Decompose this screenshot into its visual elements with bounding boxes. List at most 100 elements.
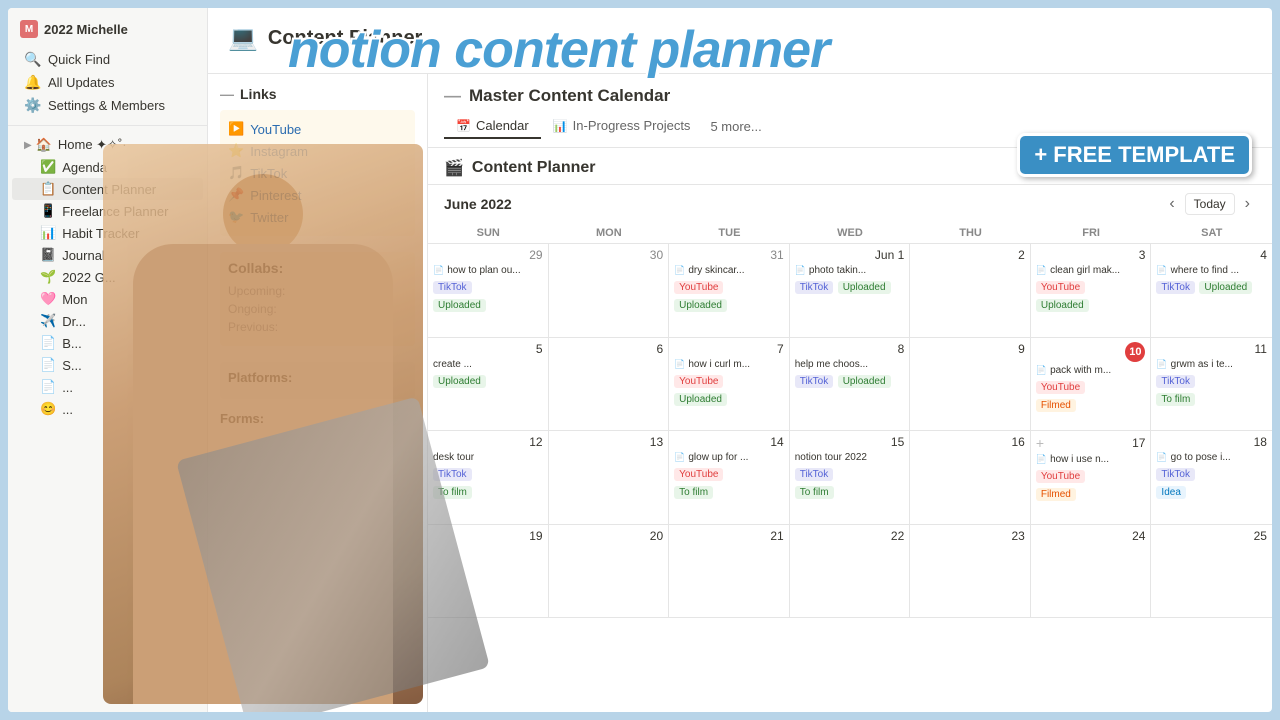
cell-22[interactable]: 22 <box>790 525 911 618</box>
sidebar-item-journal[interactable]: 📓 Journal <box>12 244 203 266</box>
cell-jun1[interactable]: Jun 1 📄photo takin... TikTok Uploaded <box>790 244 911 337</box>
cell-16[interactable]: 16 <box>910 431 1031 524</box>
link-twitter[interactable]: 🐦 Twitter <box>228 206 407 228</box>
cell-18[interactable]: 18 📄go to pose i... TikTok Idea <box>1151 431 1272 524</box>
tag-tiktok-1: TikTok <box>433 281 472 294</box>
bell-icon: 🔔 <box>24 74 42 91</box>
link-tiktok[interactable]: 🎵 TikTok <box>228 162 407 184</box>
tag-youtube-5: YouTube <box>674 468 723 481</box>
sidebar-item-freelance[interactable]: 📱 Freelance Planner <box>12 200 203 222</box>
sidebar-item-settings[interactable]: ⚙️ Settings & Members <box>12 94 203 117</box>
sidebar-item-agenda[interactable]: ✅ Agenda <box>12 156 203 178</box>
date-4: 4 <box>1156 248 1267 262</box>
cell-13[interactable]: 13 <box>549 431 670 524</box>
page-header: 💻 Content Planner <box>208 8 1272 74</box>
cell-17[interactable]: + 17 📄how i use n... YouTube Filmed <box>1031 431 1152 524</box>
cell-11[interactable]: 11 📄grwm as i te... TikTok To film <box>1151 338 1272 431</box>
cell-29[interactable]: 29 📄how to plan ou... TikTok Uploaded <box>428 244 549 337</box>
cell-7[interactable]: 7 📄how i curl m... YouTube Uploaded <box>669 338 790 431</box>
cell-4[interactable]: 4 📄where to find ... TikTok Uploaded <box>1151 244 1272 337</box>
day-tue: Tue <box>669 223 790 243</box>
links-title: Links <box>240 86 277 102</box>
cell-25[interactable]: 25 <box>1151 525 1272 618</box>
date-19: 19 <box>433 529 543 543</box>
sidebar-item-quickfind[interactable]: 🔍 Quick Find <box>12 48 203 71</box>
sidebar-item-mon[interactable]: 🩷 Mon <box>12 288 203 310</box>
cell-2[interactable]: 2 <box>910 244 1031 337</box>
cell-19[interactable]: 19 <box>428 525 549 618</box>
expand-arrow: ▶ <box>24 140 32 151</box>
cell-23[interactable]: 23 <box>910 525 1031 618</box>
sidebar-item-2022g[interactable]: 🌱 2022 G... <box>12 266 203 288</box>
date-16: 16 <box>915 435 1025 449</box>
tab-in-progress[interactable]: 📊 In-Progress Projects <box>541 114 703 139</box>
tab-calendar[interactable]: 📅 Calendar <box>444 114 541 139</box>
event-title-desk-tour: desk tour <box>433 452 543 463</box>
date-17: + 17 <box>1036 435 1146 451</box>
calendar-days-header: Sun Mon Tue Wed Thu Fri Sat <box>428 223 1272 244</box>
cell-30[interactable]: 30 <box>549 244 670 337</box>
cell-15[interactable]: 15 notion tour 2022 TikTok To film <box>790 431 911 524</box>
left-panel: — Links ▶️ YouTube ⭐ Instagram <box>208 74 428 712</box>
sidebar-item-home[interactable]: ▶ 🏠 Home ✦✧˚· <box>12 134 203 156</box>
date-20: 20 <box>554 529 664 543</box>
cell-5[interactable]: 5 create ... Uploaded <box>428 338 549 431</box>
planner-title-text: Content Planner <box>472 159 596 177</box>
date-21: 21 <box>674 529 784 543</box>
platforms-block: Platforms: <box>220 362 415 399</box>
cell-31[interactable]: 31 📄dry skincar... YouTube Uploaded <box>669 244 790 337</box>
s-label: S... <box>62 358 82 373</box>
cell-14[interactable]: 14 📄glow up for ... YouTube To film <box>669 431 790 524</box>
sidebar-item-b[interactable]: 📄 B... <box>12 332 203 354</box>
sidebar-user[interactable]: M 2022 Michelle <box>8 16 207 42</box>
cell-20[interactable]: 20 <box>549 525 670 618</box>
event-title-how-i-use: 📄how i use n... <box>1036 454 1146 465</box>
add-event-btn-17[interactable]: + <box>1036 435 1044 451</box>
sidebar-item-dr[interactable]: ✈️ Dr... <box>12 310 203 332</box>
links-block: ▶️ YouTube ⭐ Instagram 🎵 TikTok 📌 <box>220 110 415 236</box>
sidebar-item-updates[interactable]: 🔔 All Updates <box>12 71 203 94</box>
sidebar-item-misc1[interactable]: 📄 ... <box>12 376 203 398</box>
date-3: 3 <box>1036 248 1146 262</box>
freelance-label: Freelance Planner <box>62 204 168 219</box>
event-title-create: create ... <box>433 359 543 370</box>
youtube-icon: ▶️ <box>228 121 244 137</box>
cell-3[interactable]: 3 📄clean girl mak... YouTube Uploaded <box>1031 244 1152 337</box>
date-12: 12 <box>433 435 543 449</box>
calendar-tab-label: Calendar <box>476 118 529 133</box>
calendar-area: — Master Content Calendar 📅 Calendar 📊 <box>428 74 1272 712</box>
content-body: — Links ▶️ YouTube ⭐ Instagram <box>208 74 1272 712</box>
calendar-week-2: 5 create ... Uploaded 6 7 📄how i curl m.… <box>428 338 1272 432</box>
cell-6[interactable]: 6 <box>549 338 670 431</box>
event-title-how-to-plan: 📄how to plan ou... <box>433 265 543 276</box>
tag-uploaded-6: Uploaded <box>433 375 486 388</box>
link-instagram[interactable]: ⭐ Instagram <box>228 140 407 162</box>
event-title-clean-girl: 📄clean girl mak... <box>1036 265 1146 276</box>
cell-21[interactable]: 21 <box>669 525 790 618</box>
date-5: 5 <box>433 342 543 356</box>
sidebar-item-habit[interactable]: 📊 Habit Tracker <box>12 222 203 244</box>
cell-8[interactable]: 8 help me choos... TikTok Uploaded <box>790 338 911 431</box>
cell-12[interactable]: 12 desk tour TikTok To film <box>428 431 549 524</box>
sidebar-item-s[interactable]: 📄 S... <box>12 354 203 376</box>
more-tabs[interactable]: 5 more... <box>702 115 769 138</box>
cell-24[interactable]: 24 <box>1031 525 1152 618</box>
sidebar-item-content-planner[interactable]: 📋 Content Planner <box>12 178 203 200</box>
calendar-body: 29 📄how to plan ou... TikTok Uploaded 30 <box>428 244 1272 712</box>
smile-icon: 😊 <box>40 401 56 417</box>
date-29: 29 <box>433 248 543 262</box>
journal-icon: 📓 <box>40 247 56 263</box>
date-2: 2 <box>915 248 1025 262</box>
next-month-btn[interactable]: › <box>1239 193 1256 215</box>
link-pinterest[interactable]: 📌 Pinterest <box>228 184 407 206</box>
link-youtube[interactable]: ▶️ YouTube <box>228 118 407 140</box>
today-button[interactable]: Today <box>1185 193 1235 215</box>
sidebar-item-misc2[interactable]: 😊 ... <box>12 398 203 420</box>
cell-9[interactable]: 9 <box>910 338 1031 431</box>
prev-month-btn[interactable]: ‹ <box>1163 193 1180 215</box>
cell-10[interactable]: 10 📄pack with m... YouTube Filmed <box>1031 338 1152 431</box>
date-25: 25 <box>1156 529 1267 543</box>
cal-nav-right: ‹ Today › <box>1163 193 1256 215</box>
sidebar: M 2022 Michelle 🔍 Quick Find 🔔 All Updat… <box>8 8 208 712</box>
tag-uploaded-2: Uploaded <box>674 299 727 312</box>
